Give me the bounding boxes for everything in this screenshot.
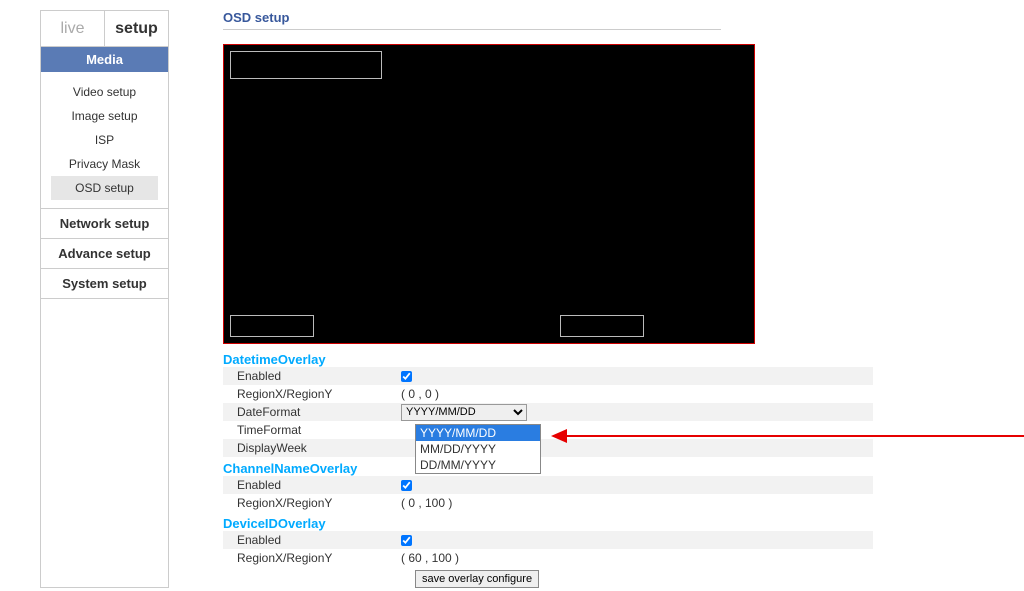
sidebar-item-osd-setup[interactable]: OSD setup — [51, 176, 158, 200]
value-di-region: ( 60 , 100 ) — [401, 551, 459, 565]
label-di-enabled: Enabled — [223, 533, 401, 547]
group-channelname-overlay: ChannelNameOverlay — [223, 461, 873, 476]
dropdown-dateformat-options[interactable]: YYYY/MM/DD MM/DD/YYYY DD/MM/YYYY — [415, 424, 541, 474]
osd-region-channelname[interactable] — [230, 315, 314, 337]
select-dt-dateformat[interactable]: YYYY/MM/DD — [401, 404, 527, 421]
group-datetime-overlay: DatetimeOverlay — [223, 352, 873, 367]
label-di-region: RegionX/RegionY — [223, 551, 401, 565]
label-dt-displayweek: DisplayWeek — [223, 441, 401, 455]
label-cn-enabled: Enabled — [223, 478, 401, 492]
option-yyyymmdd[interactable]: YYYY/MM/DD — [416, 425, 540, 441]
settings-panel: DatetimeOverlay Enabled RegionX/RegionY … — [223, 352, 873, 588]
tabbar: live setup — [41, 11, 168, 47]
group-deviceid-overlay: DeviceIDOverlay — [223, 516, 873, 531]
sidebar-section-system[interactable]: System setup — [41, 269, 168, 299]
label-cn-region: RegionX/RegionY — [223, 496, 401, 510]
label-dt-dateformat: DateFormat — [223, 405, 401, 419]
option-ddmmyyyy[interactable]: DD/MM/YYYY — [416, 457, 540, 473]
sidebar-media-items: Video setup Image setup ISP Privacy Mask… — [41, 72, 168, 209]
tab-live[interactable]: live — [41, 11, 105, 46]
value-dt-region: ( 0 , 0 ) — [401, 387, 439, 401]
osd-region-deviceid[interactable] — [560, 315, 644, 337]
checkbox-cn-enabled[interactable] — [401, 480, 412, 491]
option-mmddyyyy[interactable]: MM/DD/YYYY — [416, 441, 540, 457]
main-content: OSD setup DatetimeOverlay Enabled Region… — [223, 10, 1024, 588]
checkbox-di-enabled[interactable] — [401, 535, 412, 546]
sidebar-item-privacy-mask[interactable]: Privacy Mask — [41, 152, 168, 176]
sidebar-item-image-setup[interactable]: Image setup — [41, 104, 168, 128]
sidebar: live setup Media Video setup Image setup… — [40, 10, 169, 588]
label-dt-timeformat: TimeFormat — [223, 423, 401, 437]
sidebar-section-advance[interactable]: Advance setup — [41, 239, 168, 269]
sidebar-item-video-setup[interactable]: Video setup — [41, 80, 168, 104]
sidebar-section-network[interactable]: Network setup — [41, 209, 168, 239]
osd-region-datetime[interactable] — [230, 51, 382, 79]
value-cn-region: ( 0 , 100 ) — [401, 496, 452, 510]
video-preview[interactable] — [223, 44, 755, 344]
label-dt-enabled: Enabled — [223, 369, 401, 383]
sidebar-section-media[interactable]: Media — [41, 47, 168, 72]
page-title: OSD setup — [223, 10, 721, 30]
sidebar-item-isp[interactable]: ISP — [41, 128, 168, 152]
label-dt-region: RegionX/RegionY — [223, 387, 401, 401]
checkbox-dt-enabled[interactable] — [401, 371, 412, 382]
save-button[interactable]: save overlay configure — [415, 570, 539, 588]
tab-setup[interactable]: setup — [105, 11, 168, 46]
